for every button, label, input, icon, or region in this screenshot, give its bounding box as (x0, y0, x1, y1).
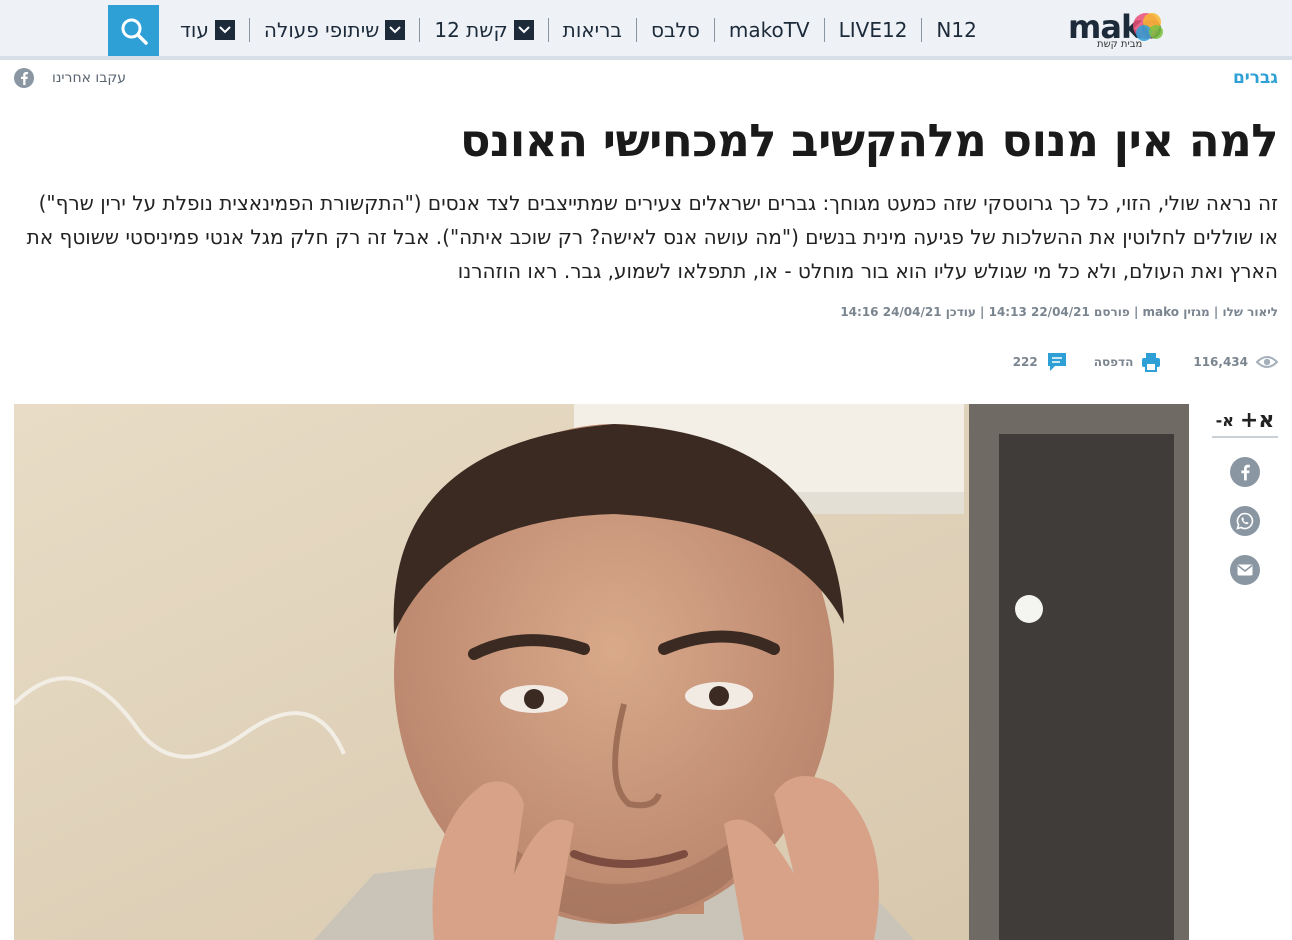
share-facebook-button[interactable] (1230, 457, 1260, 487)
nav-n12[interactable]: N12 (936, 18, 976, 42)
nav-celebs[interactable]: סלבס (651, 18, 700, 42)
category-link[interactable]: גברים (1233, 68, 1278, 88)
nav-keshet12[interactable]: קשת 12 (434, 18, 534, 42)
follow-us: עקבו אחרינו (14, 68, 126, 88)
article-main-image[interactable] (14, 404, 1189, 940)
article-headline: למה אין מנוס מלהקשיב למכחישי האונס (459, 114, 1279, 167)
facebook-icon (1241, 464, 1250, 481)
font-decrease-button[interactable]: א- (1216, 411, 1234, 430)
nav-makotv-label: makoTV (728, 18, 810, 42)
printer-icon (1142, 353, 1161, 372)
nav-live12[interactable]: LIVE12 (839, 18, 908, 42)
nav-makotv[interactable]: makoTV (729, 18, 810, 42)
nav-celebs-label: סלבס (650, 18, 700, 42)
nav-collaborations[interactable]: שיתופי פעולה (263, 18, 406, 42)
eye-icon (1256, 356, 1278, 368)
nav-health-label: בריאות (562, 18, 622, 42)
search-icon (121, 18, 148, 45)
search-button[interactable] (108, 5, 159, 56)
logo-subtitle: מבית קשת (1097, 39, 1143, 50)
share-email-button[interactable] (1230, 555, 1260, 585)
article-subtitle: זה נראה שולי, הזוי, כל כך גרוטסקי שזה כמ… (26, 191, 1278, 283)
print-button[interactable]: הדפסה (1094, 352, 1162, 372)
mail-icon (1237, 564, 1253, 576)
follow-us-label: עקבו אחרינו (52, 70, 127, 86)
share-rail: א+ א- (1212, 404, 1278, 585)
comments-value: 222 (1012, 355, 1038, 369)
chevron-down-icon (513, 20, 534, 40)
article-stats: 116,434 הדפסה 222 (1013, 352, 1278, 372)
views-value: 116,434 (1193, 355, 1248, 369)
nav-divider (921, 18, 923, 42)
font-size-control: א+ א- (1212, 404, 1278, 438)
nav-collaborations-label: שיתופי פעולה (263, 18, 380, 42)
nav-divider (635, 18, 637, 42)
nav-divider (823, 18, 825, 42)
font-increase-button[interactable]: א+ (1240, 408, 1274, 433)
share-whatsapp-button[interactable] (1230, 506, 1260, 536)
print-label: הדפסה (1093, 355, 1134, 369)
comment-icon (1047, 353, 1066, 371)
nav-health[interactable]: בריאות (563, 18, 622, 42)
man-photo-image (14, 404, 1189, 940)
whatsapp-icon (1236, 512, 1254, 530)
facebook-icon[interactable] (14, 68, 34, 88)
chevron-down-icon (214, 20, 235, 40)
nav-divider (419, 18, 421, 42)
nav-keshet12-label: קשת 12 (434, 18, 508, 42)
nav-divider (713, 18, 715, 42)
nav-more[interactable]: עוד (180, 18, 235, 42)
comments-button[interactable]: 222 (1013, 352, 1068, 372)
top-navigation-bar: N12 LIVE12 makoTV סלבס בריאות קשת 12 שית… (0, 0, 1292, 60)
nav-n12-label: N12 (936, 18, 977, 42)
main-nav: N12 LIVE12 makoTV סלבס בריאות קשת 12 שית… (180, 8, 977, 52)
nav-divider (547, 18, 549, 42)
views-count: 116,434 (1193, 355, 1278, 369)
article-byline: ליאור שלו | מגזין mako | פורסם 22/04/21 … (840, 305, 1278, 319)
nav-more-label: עוד (180, 18, 209, 42)
nav-divider (248, 18, 250, 42)
nav-live12-label: LIVE12 (838, 18, 908, 42)
chevron-down-icon (385, 20, 406, 40)
